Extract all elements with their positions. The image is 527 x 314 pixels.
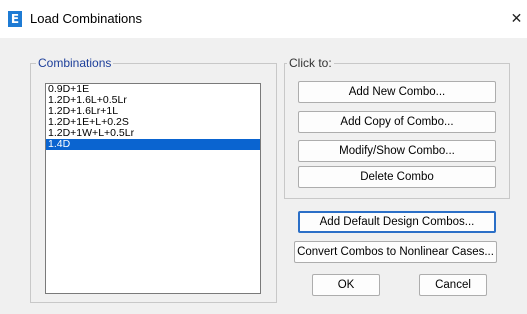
add-default-design-combos-button[interactable]: Add Default Design Combos... — [298, 211, 496, 233]
close-icon[interactable]: ✕ — [506, 6, 527, 30]
modify-show-combo-button[interactable]: Modify/Show Combo... — [298, 140, 496, 162]
combinations-listbox[interactable]: 0.9D+1E 1.2D+1.6L+0.5Lr 1.2D+1.6Lr+1L 1.2D+… — [45, 83, 261, 294]
cancel-button[interactable]: Cancel — [419, 274, 487, 296]
combination-list-item[interactable]: 1.4D — [46, 139, 260, 150]
load-combinations-dialog: E Load Combinations ✕ Combinations 0.9D+… — [0, 0, 527, 314]
click-to-group-label: Click to: — [287, 56, 334, 70]
ok-button[interactable]: OK — [312, 274, 380, 296]
delete-combo-button[interactable]: Delete Combo — [298, 166, 496, 188]
dialog-title: Load Combinations — [30, 11, 143, 26]
etabs-app-icon: E — [8, 11, 22, 27]
combination-list-item[interactable]: 1.2D+1W+L+0.5Lr — [46, 128, 260, 139]
convert-combos-to-nonlinear-cases-button[interactable]: Convert Combos to Nonlinear Cases... — [294, 241, 497, 263]
add-copy-of-combo-button[interactable]: Add Copy of Combo... — [298, 111, 496, 133]
title-bar[interactable]: E Load Combinations ✕ — [0, 0, 527, 38]
add-new-combo-button[interactable]: Add New Combo... — [298, 81, 496, 103]
combinations-group-label: Combinations — [36, 56, 114, 70]
